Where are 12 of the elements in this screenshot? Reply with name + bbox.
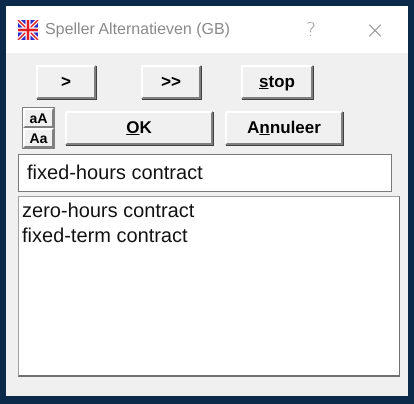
alternative-item[interactable]: zero-hours contract	[22, 199, 194, 224]
word-field[interactable]: fixed-hours contract	[18, 154, 392, 192]
cancel-button[interactable]: Annuleer	[225, 111, 343, 145]
ok-button[interactable]: OK	[65, 111, 213, 145]
alternative-item[interactable]: fixed-term contract	[22, 224, 188, 249]
case-button[interactable]: Aa	[23, 128, 54, 148]
window-title: Speller Alternatieven (GB)	[45, 20, 231, 38]
nav-button[interactable]: stop	[241, 65, 313, 99]
flag-icon	[17, 20, 39, 40]
case-button[interactable]: aA	[23, 108, 54, 128]
nav-button[interactable]: >>	[141, 65, 201, 99]
nav-button[interactable]: >	[36, 65, 96, 99]
